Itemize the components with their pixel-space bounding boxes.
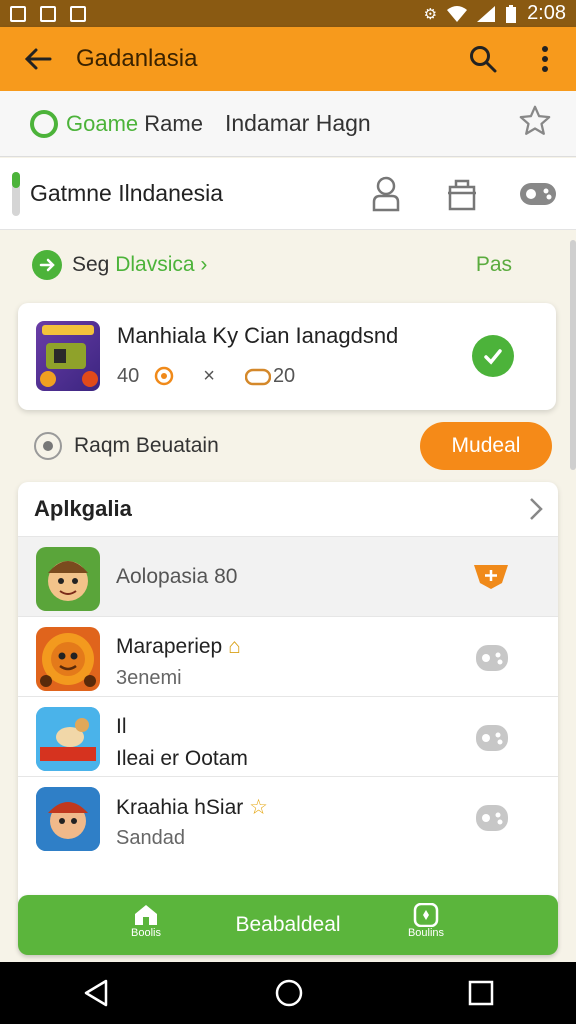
section-marker (12, 171, 20, 216)
game-chip-icon[interactable] (30, 109, 58, 138)
star-icon: ☆ (249, 796, 268, 819)
system-nav-bar (0, 962, 576, 1024)
app-icon (36, 627, 100, 691)
list-item-name: Aolopasia 80 (116, 565, 238, 588)
back-button[interactable] (0, 47, 76, 71)
notification-icon (40, 5, 56, 22)
option-label: Raqm Beuatain (74, 434, 219, 457)
option-row: Raqm Beuatain Mudeal (0, 420, 576, 472)
status-bar: ⚙ 2:08 (0, 0, 576, 27)
list-item[interactable]: Kraahia hSiar ☆ Sandad (18, 776, 558, 856)
overflow-menu-button[interactable] (514, 46, 576, 72)
signal-icon (477, 5, 496, 22)
gamepad-button[interactable] (500, 180, 576, 208)
tab-discover[interactable]: Boulins (386, 903, 466, 939)
image-icon (70, 5, 86, 22)
location-pin-icon (155, 366, 174, 385)
settings-icon: ⚙ (423, 5, 438, 23)
favorite-star-icon[interactable] (518, 104, 552, 138)
list-item-name: Maraperiep ⌂ (116, 635, 241, 658)
add-button[interactable] (472, 561, 510, 596)
gamepad-icon (476, 805, 508, 831)
list-item-sub: 3enemi (116, 667, 182, 689)
app-icon (36, 547, 100, 611)
filter-subtitle: Indamar Hagn (224, 110, 371, 136)
clock: 2:08 (527, 2, 566, 24)
gamepad-icon (520, 182, 556, 205)
list-header[interactable]: Aplkgalia (18, 482, 558, 536)
notification-icon (10, 5, 26, 22)
game-chip-label[interactable]: Goame Rame (66, 111, 203, 137)
battery-icon (506, 4, 517, 23)
search-icon (470, 46, 497, 73)
nav-recents-icon[interactable] (468, 980, 494, 1006)
gamepad-button[interactable] (474, 641, 510, 680)
card-title: Manhiala Ky Cian Ianagdsnd (117, 323, 399, 348)
more-vertical-icon (542, 46, 548, 72)
section-right-link[interactable]: Pas (476, 253, 512, 277)
app-icon (36, 787, 100, 851)
game-thumbnail (36, 321, 100, 391)
list-item-sub: Ileai er Ootam (116, 747, 248, 770)
category-title: Gatmne Ilndanesia (30, 180, 224, 206)
ticket-icon (244, 368, 271, 385)
search-button[interactable] (452, 45, 514, 73)
list-item-name: Il (116, 715, 127, 738)
section-label[interactable]: Seg Dlavsica › (72, 253, 207, 277)
option-radio[interactable] (34, 432, 62, 460)
app-list: Aplkgalia Aolopasia 80 Maraperiep ⌂ 3ene… (18, 482, 558, 902)
app-bar: Gadanlasia (0, 27, 576, 91)
store-button[interactable] (424, 177, 500, 211)
list-item[interactable]: Aolopasia 80 (18, 536, 558, 616)
profile-button[interactable] (348, 176, 424, 212)
plus-icon (474, 565, 508, 589)
user-icon (372, 176, 400, 211)
nav-back-icon[interactable] (82, 979, 110, 1007)
forward-arrow-icon[interactable] (32, 250, 62, 280)
list-item[interactable]: Maraperiep ⌂ 3enemi (18, 616, 558, 696)
gamepad-icon (476, 645, 508, 671)
category-header: Gatmne Ilndanesia (0, 158, 576, 230)
section-row: Seg Dlavsica › Pas (0, 240, 576, 290)
wifi-icon (447, 5, 468, 22)
list-item-sub: Sandad (116, 827, 185, 849)
gamepad-button[interactable] (474, 801, 510, 840)
home-icon: ⌂ (228, 635, 241, 658)
bottom-center-label[interactable]: Beabaldeal (18, 913, 558, 937)
filter-row: Goame Rame Indamar Hagn (0, 91, 576, 157)
arrow-left-icon (24, 48, 52, 70)
compass-icon (413, 903, 439, 927)
list-item-name: Kraahia hSiar ☆ (116, 796, 268, 819)
store-icon (448, 179, 476, 210)
mudeal-button[interactable]: Mudeal (420, 422, 552, 470)
chevron-right-icon (530, 498, 543, 520)
app-title: Gadanlasia (76, 45, 198, 72)
list-item[interactable]: Il Ileai er Ootam (18, 696, 558, 776)
card-meta: 40 × 20 (117, 365, 296, 387)
install-confirm-button[interactable] (472, 335, 514, 377)
bottom-action-bar: Boolis Beabaldeal Boulins (18, 895, 558, 955)
nav-home-icon[interactable] (274, 978, 304, 1008)
app-icon (36, 707, 100, 771)
gamepad-button[interactable] (474, 721, 510, 760)
featured-game-card[interactable]: Manhiala Ky Cian Ianagdsnd 40 × 20 (18, 303, 556, 410)
gamepad-icon (476, 725, 508, 751)
check-icon (484, 349, 502, 365)
scrollbar[interactable] (570, 240, 576, 470)
